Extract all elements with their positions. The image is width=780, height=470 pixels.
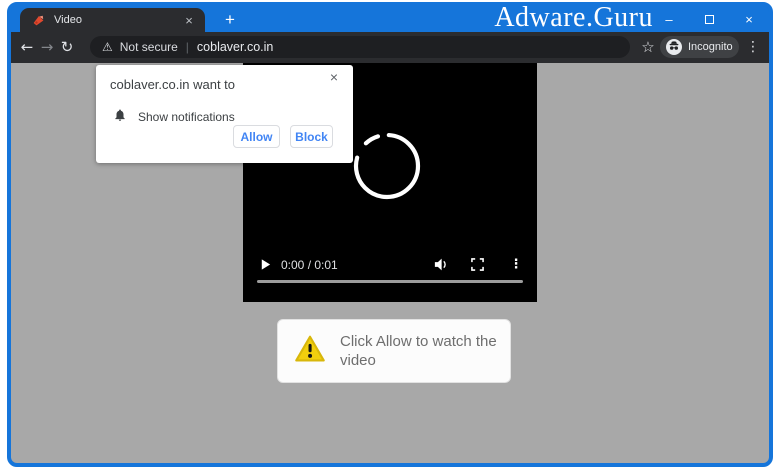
bookmark-star-icon[interactable]: ☆ bbox=[637, 35, 659, 59]
maximize-button[interactable] bbox=[689, 6, 729, 32]
security-label[interactable]: Not secure bbox=[120, 40, 178, 54]
video-time: 0:00 / 0:01 bbox=[281, 258, 338, 272]
browser-window: Video × + Adware.Guru – × ← → ↻ ⚠ Not se… bbox=[7, 2, 773, 467]
loading-spinner-icon bbox=[353, 132, 421, 200]
site-favicon-icon bbox=[32, 14, 45, 27]
reload-button[interactable]: ↻ bbox=[57, 35, 77, 59]
allow-button[interactable]: Allow bbox=[233, 125, 280, 148]
omnibox-divider: | bbox=[186, 40, 189, 54]
message-text: Click Allow to watch the video bbox=[340, 332, 504, 370]
window-controls: – × bbox=[649, 6, 769, 32]
url-text[interactable]: coblaver.co.in bbox=[197, 40, 273, 54]
play-button[interactable] bbox=[255, 254, 275, 274]
notification-request-label: Show notifications bbox=[138, 110, 235, 124]
incognito-icon bbox=[666, 39, 682, 55]
volume-button[interactable] bbox=[430, 254, 450, 274]
minimize-button[interactable]: – bbox=[649, 6, 689, 32]
new-tab-button[interactable]: + bbox=[218, 8, 242, 32]
watermark-text: Adware.Guru bbox=[494, 2, 653, 34]
not-secure-warning-icon: ⚠ bbox=[102, 40, 113, 54]
incognito-badge: Incognito bbox=[660, 36, 739, 58]
block-button[interactable]: Block bbox=[290, 125, 333, 148]
back-button[interactable]: ← bbox=[17, 35, 37, 59]
navigation-bar: ← → ↻ ⚠ Not secure | coblaver.co.in ☆ bbox=[11, 32, 769, 63]
browser-menu-icon[interactable]: ⋮ bbox=[744, 35, 762, 59]
warning-triangle-icon bbox=[294, 333, 326, 365]
close-window-button[interactable]: × bbox=[729, 6, 769, 32]
maximize-icon bbox=[705, 15, 714, 24]
notification-permission-dialog: coblaver.co.in want to × Show notificati… bbox=[96, 65, 353, 163]
video-menu-icon[interactable]: ⋮ bbox=[506, 254, 526, 274]
fullscreen-button[interactable] bbox=[467, 254, 487, 274]
address-bar[interactable]: ⚠ Not secure | coblaver.co.in bbox=[90, 36, 630, 58]
dialog-title: coblaver.co.in want to bbox=[110, 77, 235, 92]
screenshot-root: Video × + Adware.Guru – × ← → ↻ ⚠ Not se… bbox=[0, 0, 780, 470]
click-allow-message-box: Click Allow to watch the video bbox=[277, 319, 511, 383]
dialog-close-icon[interactable]: × bbox=[325, 68, 343, 86]
titlebar: Video × + Adware.Guru – × bbox=[11, 6, 769, 32]
tab-title: Video bbox=[54, 14, 181, 26]
page-content: 0:00 / 0:01 ⋮ coblaver.co.in want bbox=[11, 63, 769, 463]
tab-close-icon[interactable]: × bbox=[181, 12, 197, 28]
bell-icon bbox=[113, 108, 127, 122]
browser-tab-video[interactable]: Video × bbox=[20, 8, 205, 32]
forward-button[interactable]: → bbox=[37, 35, 57, 59]
incognito-label: Incognito bbox=[688, 41, 733, 53]
video-progress-bar[interactable] bbox=[257, 280, 523, 283]
